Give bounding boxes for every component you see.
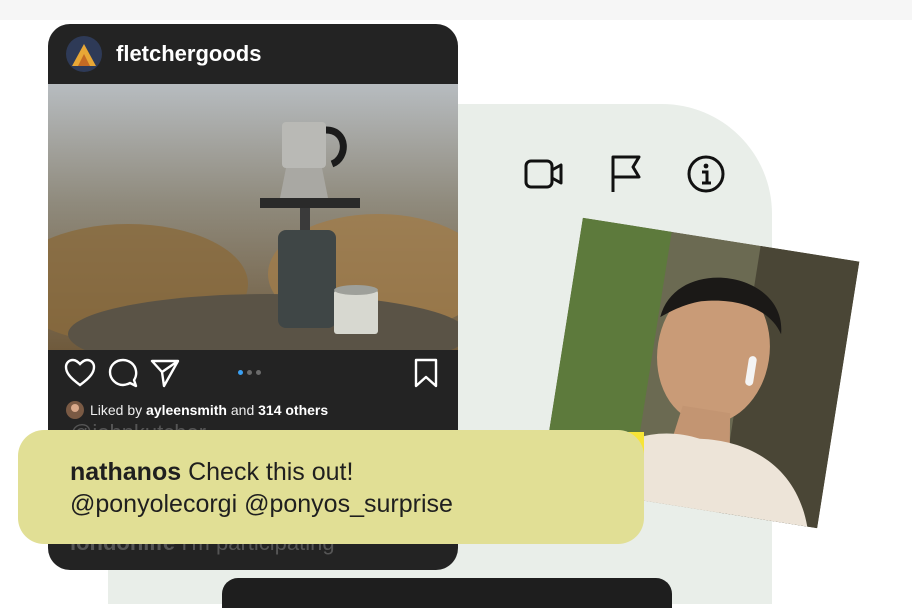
post-image bbox=[48, 84, 458, 374]
liked-username[interactable]: ayleensmith bbox=[146, 402, 227, 418]
flag-icon[interactable] bbox=[603, 152, 647, 196]
comment-icon[interactable] bbox=[108, 358, 138, 388]
liker-avatar bbox=[66, 401, 84, 419]
carousel-dot bbox=[247, 370, 252, 375]
bubble-line1: Check this out! bbox=[188, 458, 354, 486]
info-icon[interactable] bbox=[684, 152, 728, 196]
post-username[interactable]: fletchergoods bbox=[116, 41, 261, 67]
action-icons-row bbox=[522, 152, 728, 196]
bottom-card-edge bbox=[222, 578, 672, 608]
video-call-icon[interactable] bbox=[522, 152, 566, 196]
bubble-username[interactable]: nathanos bbox=[70, 458, 181, 486]
post-header: fletchergoods bbox=[48, 24, 458, 84]
liked-others-count[interactable]: 314 others bbox=[258, 402, 328, 418]
post-actions bbox=[48, 354, 458, 394]
carousel-dot bbox=[256, 370, 261, 375]
like-heart-icon[interactable] bbox=[64, 358, 96, 388]
comment-bubble: nathanos Check this out! @ponyolecorgi @… bbox=[18, 430, 644, 544]
share-send-icon[interactable] bbox=[150, 358, 180, 388]
liked-and-label: and bbox=[230, 402, 255, 418]
bookmark-icon[interactable] bbox=[414, 358, 438, 388]
comment-bubble-text: nathanos Check this out! @ponyolecorgi @… bbox=[70, 456, 453, 520]
carousel-dots bbox=[238, 370, 261, 375]
bubble-line2: @ponyolecorgi @ponyos_surprise bbox=[70, 490, 453, 518]
avatar[interactable] bbox=[66, 36, 102, 72]
likes-line: Liked by ayleensmith and 314 others bbox=[66, 401, 328, 419]
liked-by-label: Liked by bbox=[90, 402, 143, 418]
carousel-dot bbox=[238, 370, 243, 375]
top-strip bbox=[0, 0, 912, 20]
